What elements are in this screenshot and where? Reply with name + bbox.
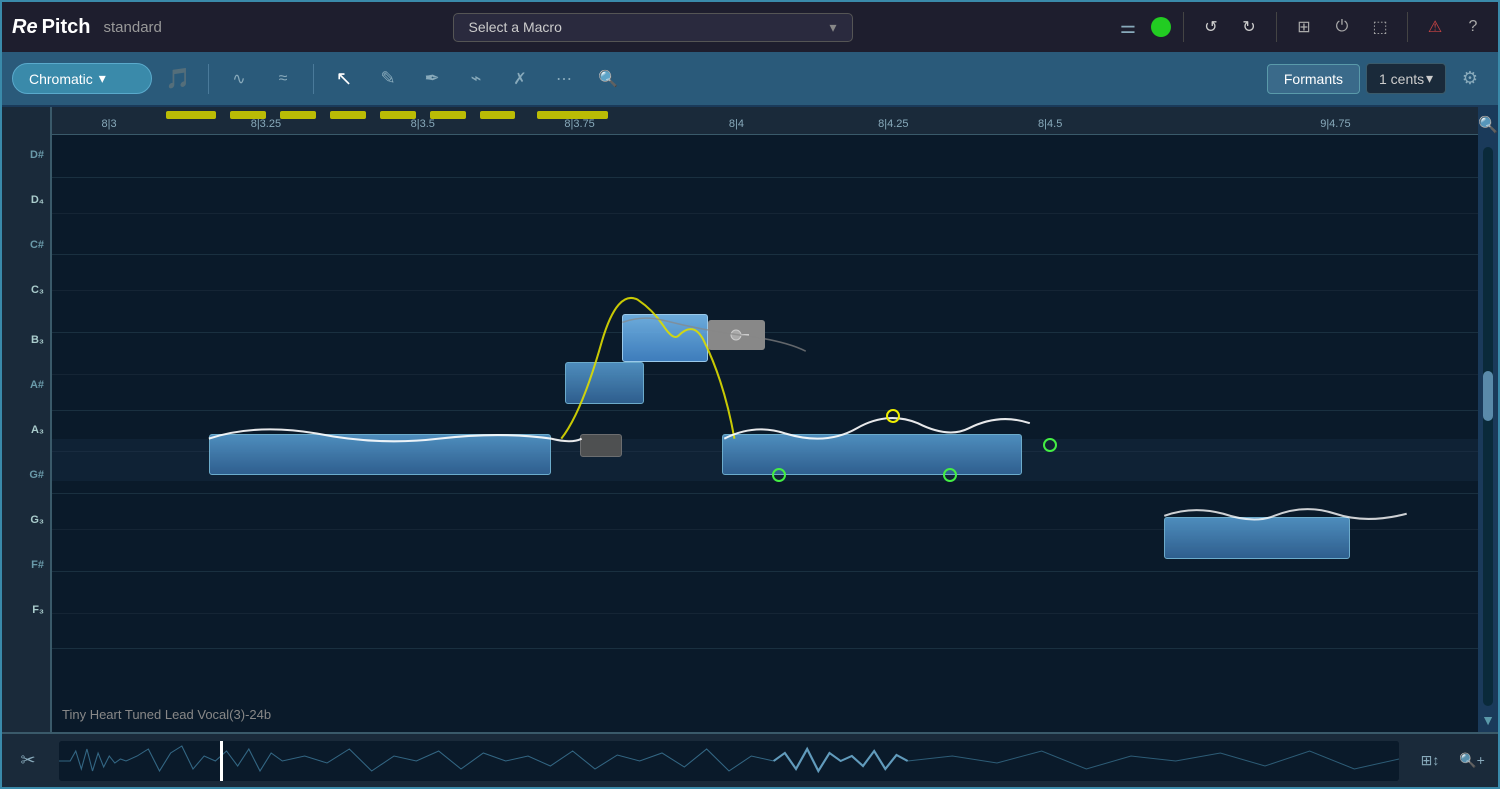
undo-button[interactable]: ↺ [1196, 12, 1226, 42]
playhead [220, 741, 223, 781]
piano-key-gsharp: G# [2, 455, 50, 495]
editor-area: 8|3 8|3.25 8|3.5 8|3.75 8|4 8|4.25 8|4.5… [52, 107, 1478, 732]
control-point-2[interactable] [886, 409, 900, 423]
piano-key-f3: F₃ [2, 585, 50, 635]
marker-8-35: 8|3.5 [411, 118, 435, 130]
zoom-in-button[interactable]: 🔍+ [1454, 743, 1490, 779]
separator-1 [1183, 12, 1184, 42]
waveform-tool[interactable]: ∿ [221, 61, 257, 97]
piano-key-c3: C₃ [2, 265, 50, 315]
timeline-seg-6 [430, 111, 466, 119]
piano-key-asharp: A# [2, 365, 50, 405]
main-content: D# D₄ C# C₃ B₃ A# A₃ G# G₃ F# F₃ [2, 107, 1498, 732]
timeline-seg-1 [166, 111, 216, 119]
settings-button[interactable]: ⚙ [1452, 61, 1488, 97]
waveform-zoom-icon[interactable]: ⊞↕ [1412, 743, 1448, 779]
scissors-button[interactable]: ✂ [10, 743, 46, 779]
power-button[interactable]: ⏻ [1327, 12, 1357, 42]
pitch-curves-canvas [52, 135, 1478, 732]
control-point-4[interactable] [1043, 438, 1057, 452]
logo-pitch: Pitch [42, 16, 91, 39]
vertical-scroll-track[interactable] [1483, 147, 1493, 706]
select-tool[interactable]: ↖ [326, 61, 362, 97]
top-bar: RePitch standard Select a Macro ▾ ⚌ ↺ ↻ … [2, 2, 1498, 52]
pen-tool[interactable]: ✒ [414, 61, 450, 97]
erase-tool[interactable]: ✗ [502, 61, 538, 97]
alert-button[interactable]: ⚠ [1420, 12, 1450, 42]
logo-re: Re [12, 16, 38, 39]
filter-button[interactable]: ⚌ [1113, 12, 1143, 42]
macro-select-container: Select a Macro ▾ [202, 13, 1103, 42]
separator-3 [1407, 12, 1408, 42]
marker-8-45: 8|4.5 [1038, 118, 1062, 130]
cents-value: 1 cents [1379, 71, 1424, 87]
piano-key-a3: A₃ [2, 405, 50, 455]
macro-select[interactable]: Select a Macro ▾ [453, 13, 853, 42]
marker-8-425: 8|4.25 [878, 118, 908, 130]
logo: RePitch standard [12, 16, 192, 39]
marker-8-325: 8|3.25 [251, 118, 281, 130]
right-toolbar: Formants 1 cents ▾ ⚙ [1267, 61, 1488, 97]
toolbar-sep-1 [208, 64, 209, 94]
vertical-scroll-thumb[interactable] [1483, 371, 1493, 421]
filename-label: Tiny Heart Tuned Lead Vocal(3)-24b [62, 707, 271, 722]
chromatic-dropdown[interactable]: Chromatic ▾ [12, 63, 152, 94]
formants-label: Formants [1284, 71, 1343, 87]
scale-lock-button[interactable]: 🎵 [160, 61, 196, 97]
search-tool[interactable]: 🔍 [590, 61, 626, 97]
scroll-down-icon[interactable]: ▼ [1481, 712, 1495, 728]
control-point-3[interactable] [943, 468, 957, 482]
timeline-seg-4 [330, 111, 366, 119]
bottom-bar: ✂ ⊞↕ 🔍+ [2, 732, 1498, 787]
scroll-spacer [1488, 137, 1489, 141]
piano-key-fsharp: F# [2, 545, 50, 585]
app-container: RePitch standard Select a Macro ▾ ⚌ ↺ ↻ … [0, 0, 1500, 789]
piano-key-g3: G₃ [2, 495, 50, 545]
piano-key-d4: D₄ [2, 175, 50, 225]
marker-8-3: 8|3 [101, 118, 116, 130]
piano-key-dsharp: D# [2, 135, 50, 175]
control-point-1[interactable] [772, 468, 786, 482]
right-scrollbar: 🔍 ▼ [1478, 107, 1498, 732]
piano-key-b3: B₃ [2, 315, 50, 365]
piano-roll[interactable]: Tiny Heart Tuned Lead Vocal(3)-24b [52, 135, 1478, 732]
cents-display[interactable]: 1 cents ▾ [1366, 63, 1446, 94]
piano-key-csharp: C# [2, 225, 50, 265]
marker-9-475: 9|4.75 [1320, 118, 1350, 130]
chromatic-arrow: ▾ [99, 70, 106, 87]
waveform-svg [59, 741, 1399, 781]
timeline-seg-3 [280, 111, 316, 119]
piano-keys: D# D₄ C# C₃ B₃ A# A₃ G# G₃ F# F₃ [2, 107, 52, 732]
curve-tool[interactable]: ⌁ [458, 61, 494, 97]
vibrato-tool[interactable]: ≈ [265, 61, 301, 97]
top-right-controls: ⚌ ↺ ↻ ⊞ ⏻ ⬚ ⚠ ? [1113, 12, 1488, 42]
logo-standard: standard [104, 19, 162, 36]
chromatic-label: Chromatic [29, 71, 93, 87]
toolbar-sep-2 [313, 64, 314, 94]
zoom-reset-icon[interactable]: 🔍 [1478, 115, 1498, 135]
marker-8-375: 8|3.75 [564, 118, 594, 130]
bottom-right-controls: ⊞↕ 🔍+ [1412, 743, 1490, 779]
timeline: 8|3 8|3.25 8|3.5 8|3.75 8|4 8|4.25 8|4.5… [52, 107, 1478, 135]
marker-8-4: 8|4 [729, 118, 744, 130]
redo-button[interactable]: ↻ [1234, 12, 1264, 42]
status-indicator [1151, 17, 1171, 37]
formants-button[interactable]: Formants [1267, 64, 1360, 94]
lock-button[interactable]: ⬚ [1365, 12, 1395, 42]
cents-arrow: ▾ [1426, 70, 1433, 87]
vibrato-edit-tool[interactable]: ⋯ [546, 61, 582, 97]
waveform-display[interactable] [59, 741, 1399, 781]
timeline-seg-7 [480, 111, 516, 119]
help-button[interactable]: ? [1458, 12, 1488, 42]
grid-button[interactable]: ⊞ [1289, 12, 1319, 42]
toolbar: Chromatic ▾ 🎵 ∿ ≈ ↖ ✎ ✒ ⌁ ✗ ⋯ 🔍 Formants… [2, 52, 1498, 107]
macro-label: Select a Macro [469, 19, 562, 35]
pencil-tool[interactable]: ✎ [370, 61, 406, 97]
separator-2 [1276, 12, 1277, 42]
macro-arrow: ▾ [829, 19, 836, 36]
